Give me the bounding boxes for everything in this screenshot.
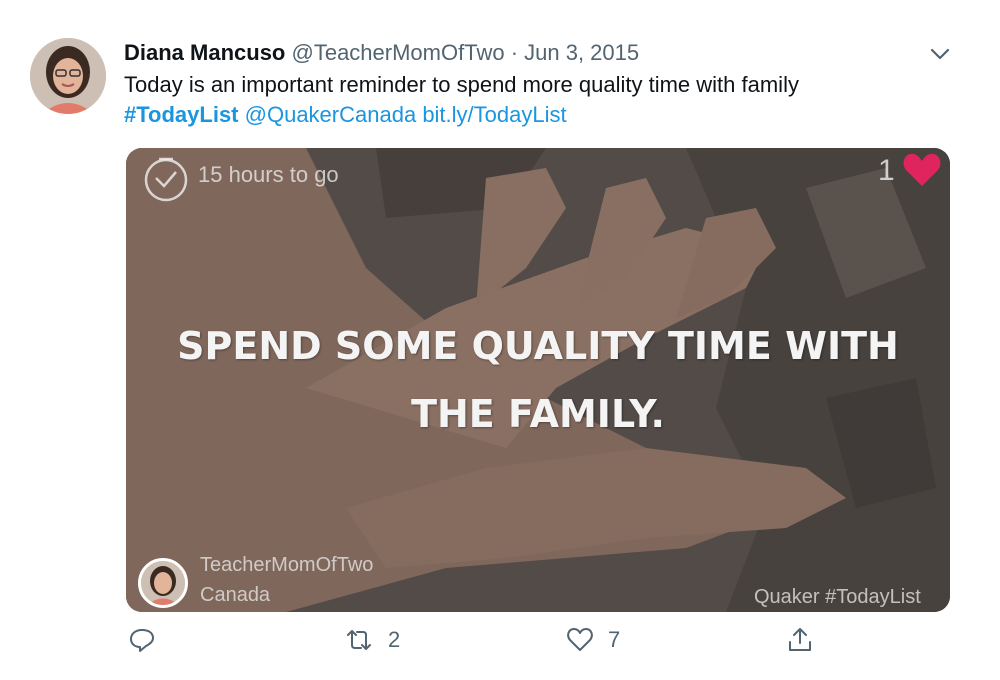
like-icon: [567, 628, 593, 651]
tweet-actions: 2 7: [0, 626, 1000, 666]
tweet-links: #TodayList @QuakerCanada bit.ly/TodayLis…: [124, 102, 567, 128]
card-avatar: [138, 558, 188, 608]
share-button[interactable]: [786, 626, 814, 654]
tweet-header: Diana Mancuso @TeacherMomOfTwo · Jun 3, …: [124, 40, 639, 66]
countdown-text: 15 hours to go: [198, 162, 339, 187]
share-icon: [789, 628, 811, 651]
card-username: TeacherMomOfTwo: [200, 554, 374, 576]
card-location: Canada: [200, 584, 271, 606]
card-headline: Spend some quality time with the family.: [177, 324, 899, 436]
avatar-image: [30, 38, 106, 114]
like-count: 7: [608, 627, 621, 652]
like-button[interactable]: 7: [566, 626, 620, 654]
clock-icon: [144, 157, 188, 202]
author-avatar[interactable]: [30, 38, 106, 114]
heart-icon[interactable]: [902, 152, 942, 188]
url-link[interactable]: bit.ly/TodayList: [422, 102, 566, 127]
author-handle[interactable]: @TeacherMomOfTwo: [292, 40, 505, 65]
retweet-icon: [347, 630, 371, 650]
reply-button[interactable]: [128, 626, 170, 654]
media-card[interactable]: 15 hours to go 1 Spend some quality time…: [126, 148, 950, 612]
tweet-date[interactable]: Jun 3, 2015: [524, 40, 639, 65]
retweet-button[interactable]: 2: [344, 626, 400, 654]
author-name[interactable]: Diana Mancuso: [124, 40, 285, 65]
card-brand: Quaker #TodayList: [754, 586, 921, 608]
retweet-count: 2: [388, 627, 401, 652]
tweet-text: Today is an important reminder to spend …: [124, 72, 799, 97]
chevron-down-icon[interactable]: [926, 42, 954, 66]
card-avatar-image: [141, 561, 185, 605]
mention-link[interactable]: @QuakerCanada: [245, 102, 417, 127]
hashtag-link[interactable]: #TodayList: [124, 102, 239, 127]
card-like-count: 1: [878, 154, 895, 187]
separator: ·: [510, 40, 519, 65]
reply-icon: [130, 629, 154, 652]
